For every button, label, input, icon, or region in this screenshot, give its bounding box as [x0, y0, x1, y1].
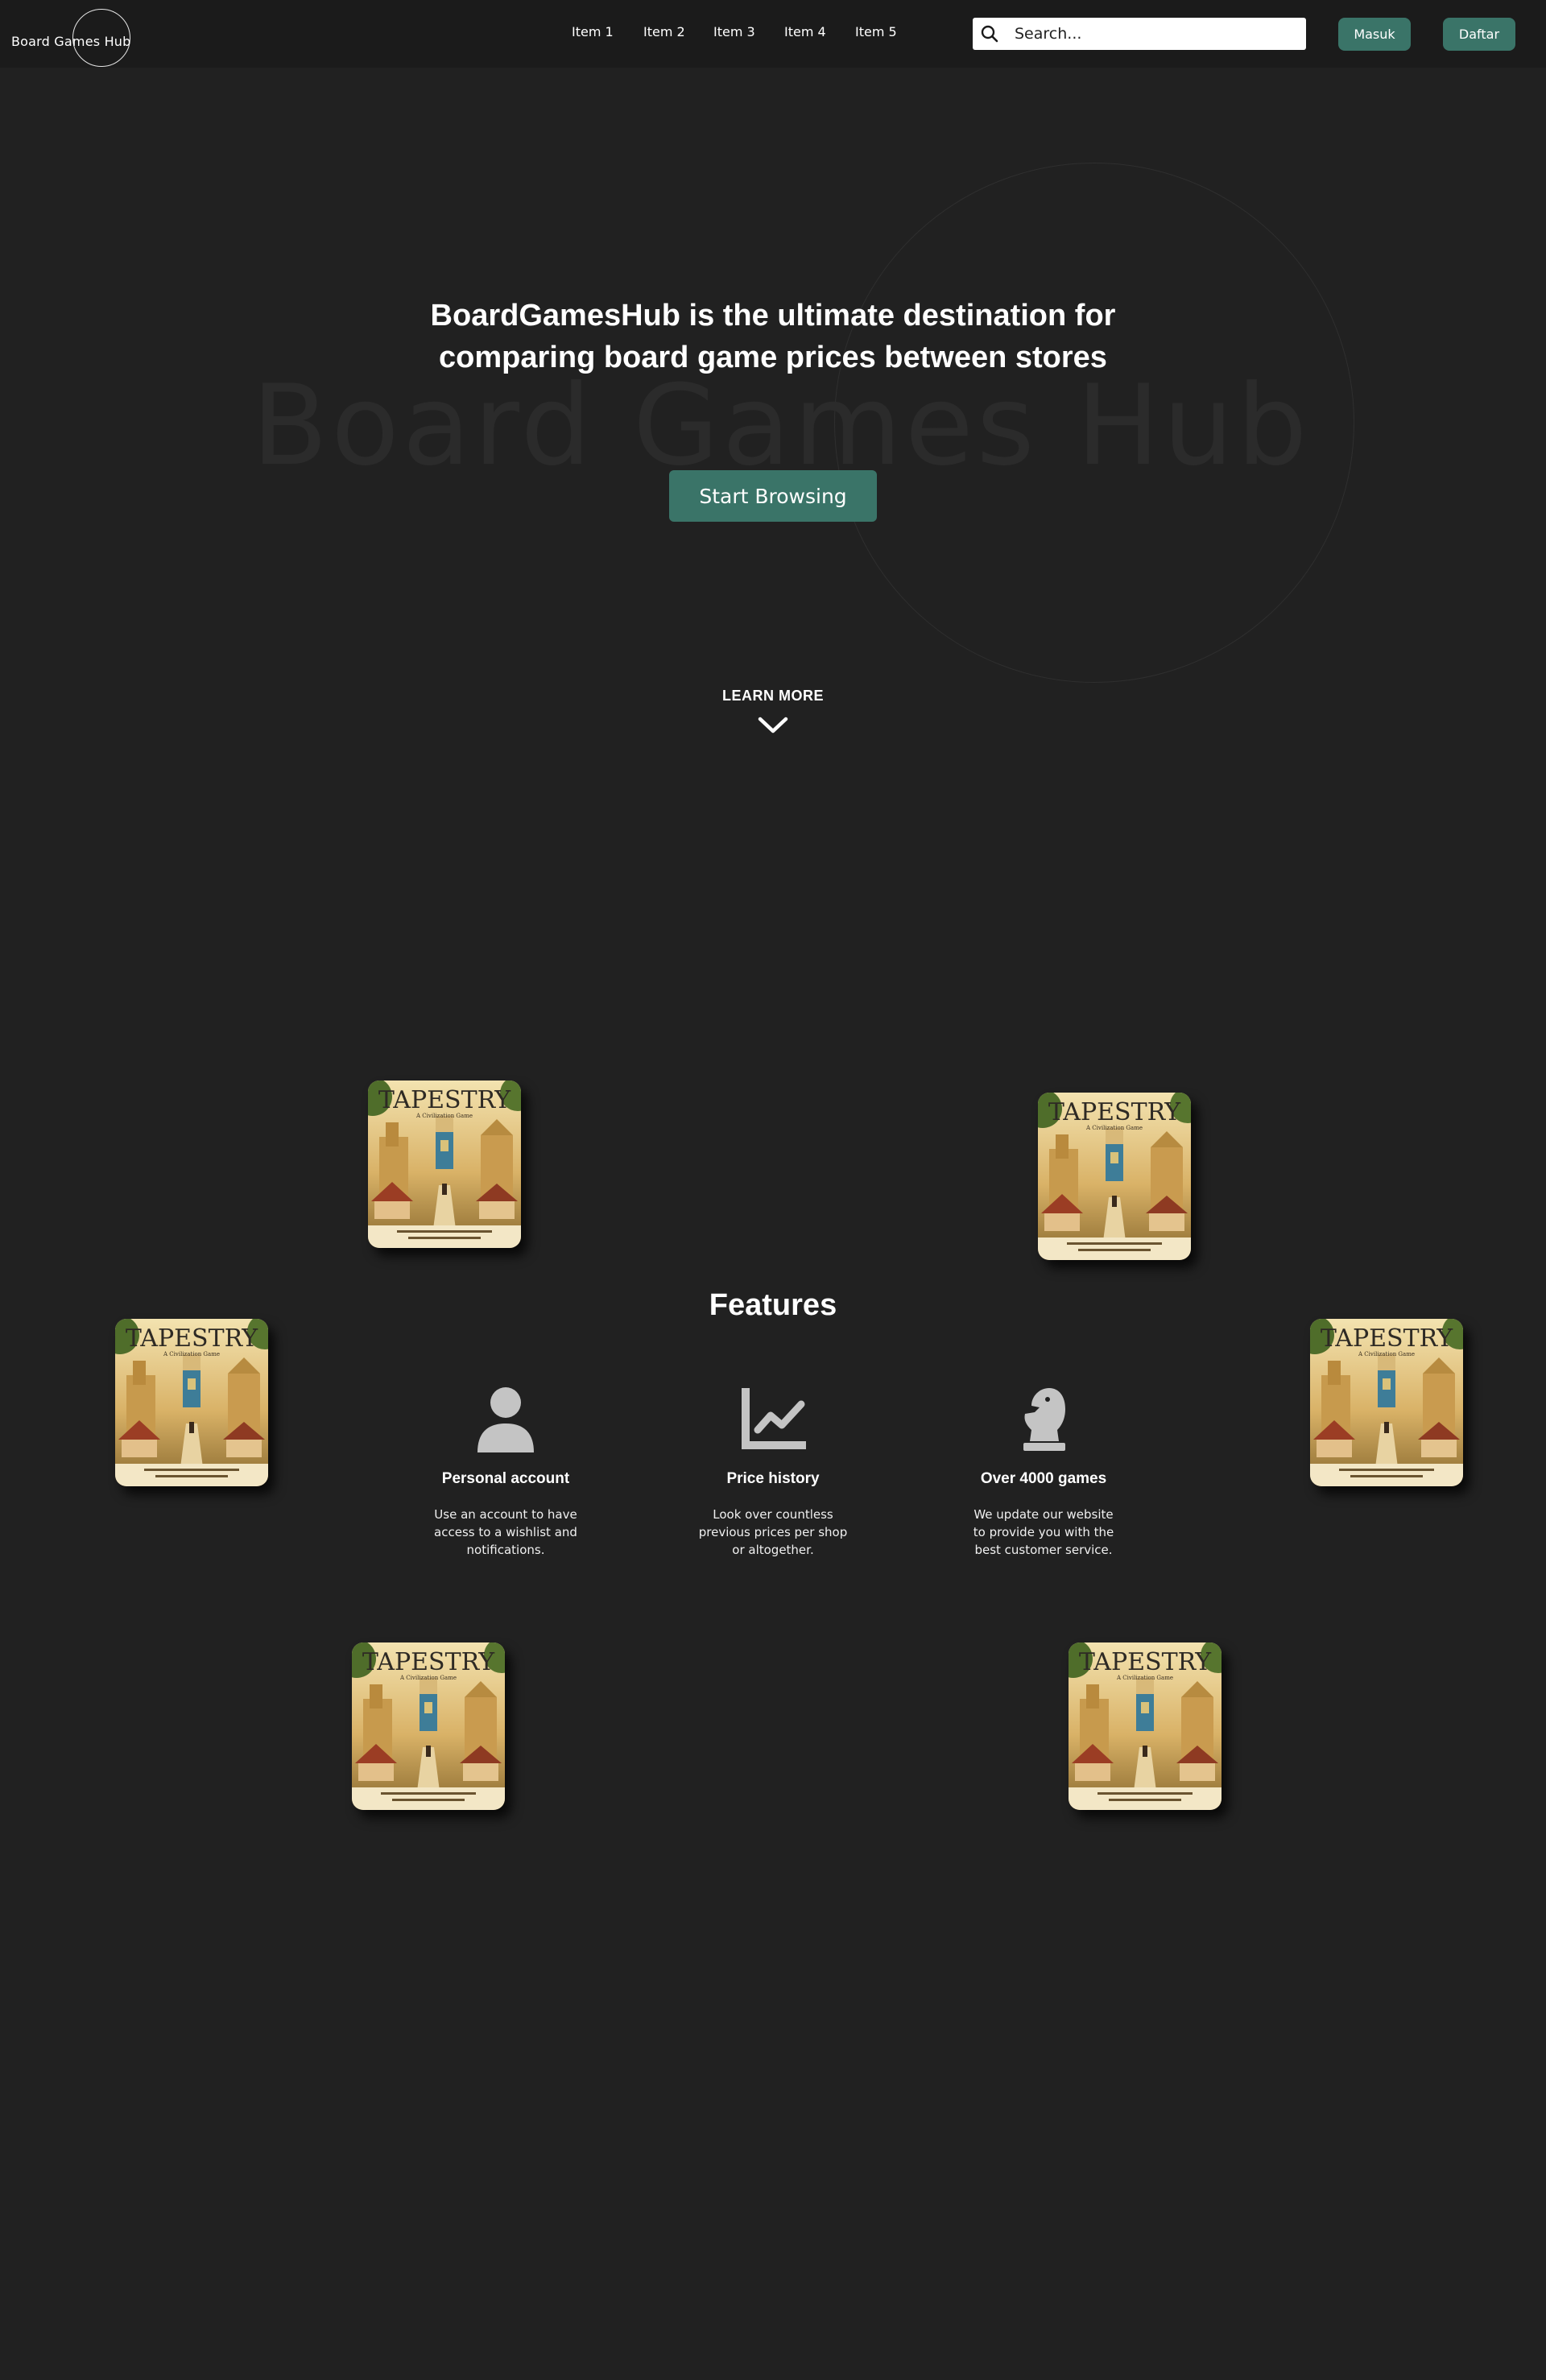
game-cover-image: TAPESTRYA Civilization Game [1069, 1642, 1222, 1810]
nav-item-1[interactable]: Item 1 [572, 24, 614, 39]
cover-subtitle: A Civilization Game [399, 1675, 457, 1681]
chart-line-icon [742, 1388, 806, 1449]
nav-item-3[interactable]: Item 3 [713, 24, 755, 39]
cover-subtitle: A Civilization Game [1116, 1675, 1173, 1681]
game-cover-image: TAPESTRYA Civilization Game [1038, 1093, 1191, 1260]
game-cover-image: TAPESTRYA Civilization Game [1310, 1319, 1463, 1486]
nav-item-2[interactable]: Item 2 [643, 24, 685, 39]
feature-description: We update our website to provide you wit… [973, 1507, 1114, 1557]
feature-title: Price history [726, 1470, 820, 1487]
game-cover-image: TAPESTRYA Civilization Game [115, 1319, 268, 1486]
game-cover-card[interactable]: TAPESTRY A Civilization Game [352, 1642, 505, 1810]
nav-item-4[interactable]: Item 4 [784, 24, 826, 39]
game-cover-card[interactable]: TAPESTRY A Civilization Game [115, 1319, 268, 1486]
feature-game-count: Over 4000 games We update our website to… [947, 1385, 1140, 1559]
features-heading: Features [709, 1288, 837, 1322]
logo-text: Board Games Hub [11, 34, 131, 49]
top-navbar: Board Games Hub Item 1 Item 2 Item 3 Ite… [0, 0, 1546, 68]
cover-subtitle: A Civilization Game [1358, 1351, 1415, 1357]
cover-subtitle: A Civilization Game [415, 1113, 473, 1119]
cover-title: TAPESTRY [378, 1086, 511, 1114]
feature-description: Look over countless previous prices per … [698, 1507, 848, 1557]
learn-more-link[interactable]: LEARN MORE [692, 688, 854, 735]
register-button[interactable]: Daftar [1443, 18, 1515, 51]
search-input[interactable] [1015, 21, 1296, 47]
cover-title: TAPESTRY [362, 1648, 495, 1676]
learn-more-label: LEARN MORE [722, 688, 824, 704]
feature-description: Use an account to have access to a wishl… [434, 1507, 577, 1557]
game-cover-image: TAPESTRYA Civilization Game [368, 1081, 521, 1248]
user-icon [477, 1387, 534, 1452]
cover-subtitle: A Civilization Game [1085, 1125, 1143, 1131]
cover-title: TAPESTRY [126, 1324, 258, 1353]
chevron-down-icon [758, 717, 788, 733]
feature-title: Personal account [441, 1470, 570, 1487]
feature-title: Over 4000 games [980, 1470, 1107, 1487]
hero-title: BoardGamesHub is the ultimate destinatio… [430, 299, 1116, 374]
nav-item-5[interactable]: Item 5 [855, 24, 897, 39]
feature-price-history: Price history Look over countless previo… [676, 1385, 870, 1559]
game-cover-card[interactable]: TAPESTRY A Civilization Game [1038, 1093, 1191, 1260]
chess-knight-icon [1023, 1388, 1065, 1451]
cover-subtitle: A Civilization Game [163, 1351, 220, 1357]
cover-title: TAPESTRY [1048, 1098, 1181, 1126]
search-bar [973, 18, 1306, 50]
login-button[interactable]: Masuk [1338, 18, 1411, 51]
game-cover-card[interactable]: TAPESTRY A Civilization Game [368, 1081, 521, 1248]
cover-title: TAPESTRY [1079, 1648, 1212, 1676]
start-browsing-button[interactable]: Start Browsing [669, 470, 877, 522]
game-cover-image: TAPESTRYA Civilization Game [352, 1642, 505, 1810]
feature-personal-account: Personal account Use an account to have … [409, 1385, 602, 1559]
search-icon[interactable] [979, 23, 1000, 44]
game-cover-card[interactable]: TAPESTRY A Civilization Game [1069, 1642, 1222, 1810]
game-cover-card[interactable]: TAPESTRY A Civilization Game [1310, 1319, 1463, 1486]
cover-title: TAPESTRY [1321, 1324, 1453, 1353]
